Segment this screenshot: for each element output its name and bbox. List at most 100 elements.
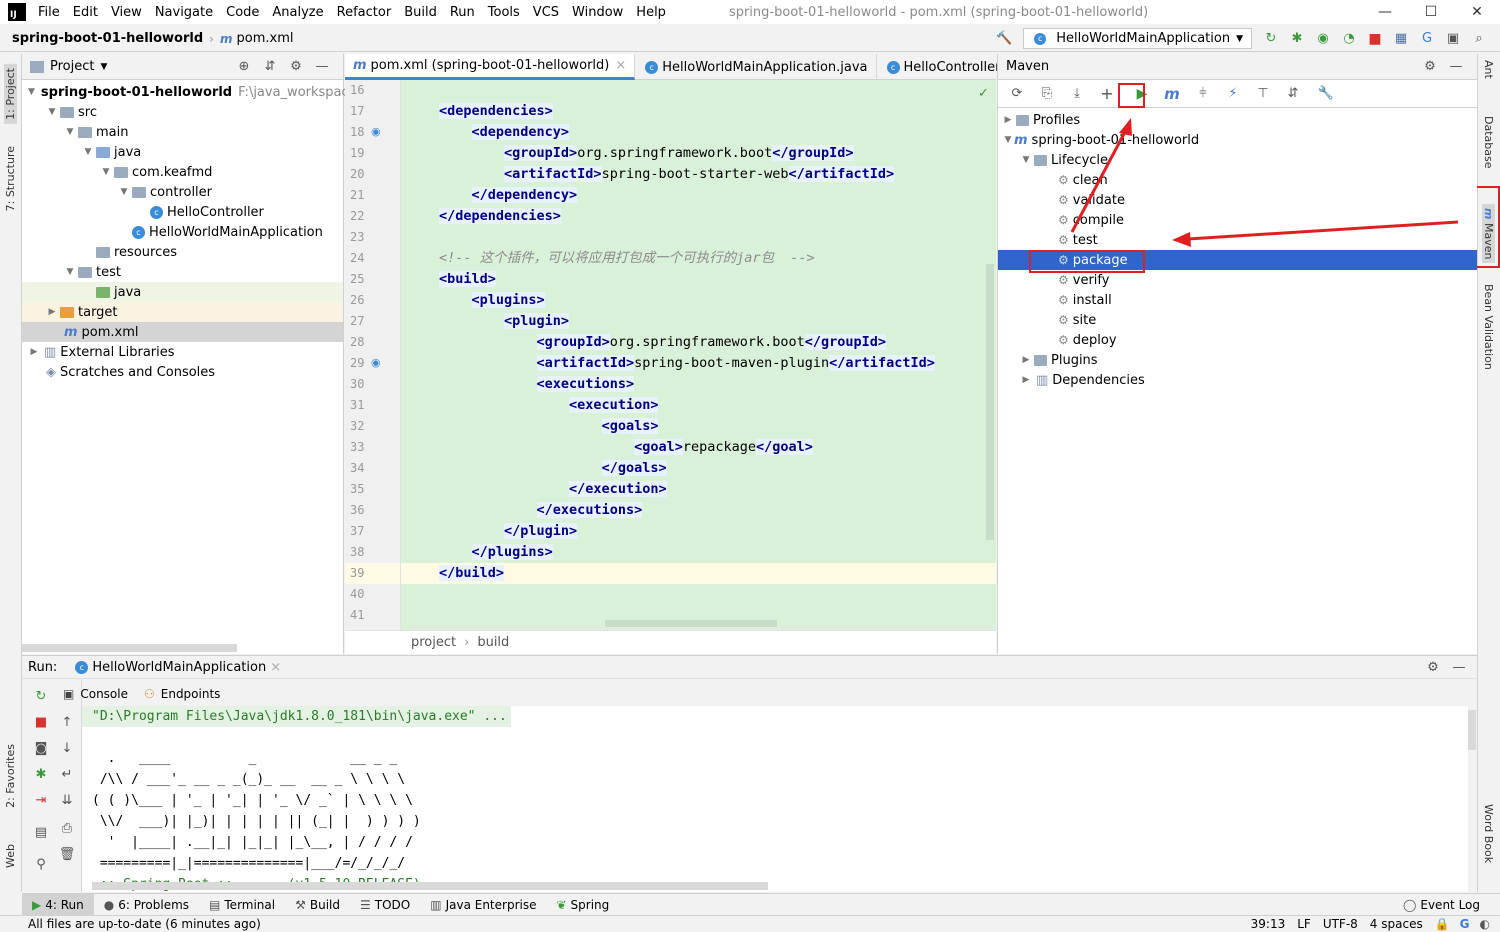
arrow-up-icon[interactable]: ↑ (57, 712, 77, 732)
menu-code[interactable]: Code (226, 5, 259, 20)
tool-window-java-enterprise[interactable]: ▥ Java Enterprise (420, 894, 546, 916)
lifecycle-test[interactable]: ⚙ test (998, 230, 1477, 250)
tree-item-project-root[interactable]: ▼ spring-boot-01-helloworld F:\java_worksp… (22, 82, 361, 102)
breadcrumb-file[interactable]: pom.xml (237, 31, 294, 46)
console-scrollbar[interactable] (1468, 710, 1476, 750)
menu-tools[interactable]: Tools (488, 5, 520, 20)
close-icon[interactable]: × (270, 660, 281, 675)
line-separator[interactable]: LF (1297, 917, 1311, 931)
soft-wrap-icon[interactable]: ↵ (57, 764, 77, 784)
camera-icon[interactable]: ◙ (31, 738, 51, 758)
lifecycle-deploy[interactable]: ⚙ deploy (998, 330, 1477, 350)
layout-icon[interactable]: ▤ (31, 822, 51, 842)
debug-icon[interactable]: ✱ (31, 764, 51, 784)
tree-item-src[interactable]: ▼ src (22, 102, 343, 122)
tool-window-favorites[interactable]: 2: Favorites (4, 744, 17, 808)
caret-position[interactable]: 39:13 (1251, 917, 1286, 931)
locate-icon[interactable]: ⊕ (234, 57, 254, 77)
hammer-icon[interactable]: 🔨 (994, 29, 1014, 49)
debug-icon[interactable]: ✱ (1287, 29, 1307, 49)
collapse-all-icon[interactable]: ⇵ (260, 57, 280, 77)
coverage-icon[interactable]: ◉ (1313, 29, 1333, 49)
tool-window-database[interactable]: Database (1482, 116, 1495, 169)
menu-help[interactable]: Help (636, 5, 666, 20)
tool-window-web[interactable]: Web (4, 844, 17, 868)
tree-item-helloworldmainapplication[interactable]: c HelloWorldMainApplication (22, 222, 343, 242)
tree-item-package[interactable]: ▼ com.keafmd (22, 162, 343, 182)
exit-icon[interactable]: ⇥ (31, 790, 51, 810)
skip-tests-icon[interactable]: ⚡ (1223, 84, 1243, 104)
maven-dependencies[interactable]: ▶ ▥ Dependencies (998, 370, 1477, 390)
project-panel-title[interactable]: Project (50, 59, 94, 74)
pin-icon[interactable]: ⚲ (31, 854, 51, 874)
tool-window-bean-validation[interactable]: Bean Validation (1482, 284, 1495, 370)
tree-item-scratches[interactable]: ◈ Scratches and Consoles (22, 362, 343, 382)
console-horizontal-scrollbar[interactable] (92, 882, 768, 890)
google-icon[interactable]: G (1460, 917, 1470, 931)
menu-navigate[interactable]: Navigate (155, 5, 213, 20)
rerun-icon[interactable]: ↻ (31, 686, 51, 706)
tab-pom-xml[interactable]: m pom.xml (spring-boot-01-helloworld) × (345, 54, 636, 80)
minimize-icon[interactable]: — (1362, 4, 1408, 20)
lifecycle-compile[interactable]: ⚙ compile (998, 210, 1477, 230)
memory-icon[interactable]: ◐ (1480, 917, 1490, 931)
stop-icon[interactable]: ■ (1365, 29, 1385, 49)
gear-icon[interactable]: ⚙ (1420, 57, 1440, 77)
lifecycle-validate[interactable]: ⚙ validate (998, 190, 1477, 210)
file-encoding[interactable]: UTF-8 (1323, 917, 1358, 931)
menu-edit[interactable]: Edit (73, 5, 98, 20)
tool-window-project[interactable]: 1: Project (4, 64, 17, 124)
tree-item-test-java[interactable]: java (22, 282, 343, 302)
stop-icon[interactable]: ■ (31, 712, 51, 732)
hide-icon[interactable]: — (1446, 57, 1466, 77)
trash-icon[interactable]: 🗑 (57, 844, 77, 864)
close-icon[interactable]: ✕ (1454, 4, 1500, 20)
layout-icon[interactable]: ▣ (1443, 29, 1463, 49)
override-marker-icon[interactable]: ◉ (371, 356, 381, 369)
toggle-offline-icon[interactable]: ⫩ (1193, 84, 1213, 104)
lifecycle-clean[interactable]: ⚙ clean (998, 170, 1477, 190)
generate-sources-icon[interactable]: ⎘ (1037, 84, 1057, 104)
wrench-icon[interactable]: 🔧 (1316, 84, 1336, 104)
horizontal-scrollbar[interactable] (22, 644, 237, 652)
tree-item-external-libraries[interactable]: ▶ ▥ External Libraries (22, 342, 343, 362)
arrow-down-icon[interactable]: ↓ (57, 738, 77, 758)
tab-helloworldmainapplication[interactable]: c HelloWorldMainApplication.java (635, 54, 877, 80)
tool-window-spring[interactable]: ❦ Spring (546, 894, 619, 916)
menu-run[interactable]: Run (450, 5, 475, 20)
override-marker-icon[interactable]: ◉ (371, 125, 381, 138)
breadcrumb-item[interactable]: build (477, 635, 509, 650)
maven-profiles[interactable]: ▶ Profiles (998, 110, 1477, 130)
tree-item-main[interactable]: ▼ main (22, 122, 343, 142)
tool-window-word-book[interactable]: Word Book (1482, 804, 1495, 863)
download-icon[interactable]: ⤓ (1067, 84, 1087, 104)
tab-hellocontroller[interactable]: c HelloController. (877, 54, 1012, 80)
maven-project[interactable]: ▼ m spring-boot-01-helloworld (998, 130, 1477, 150)
tree-item-hellocontroller[interactable]: c HelloController (22, 202, 343, 222)
search-icon[interactable]: ⌕ (1469, 29, 1489, 49)
translate-icon[interactable]: G (1417, 29, 1437, 49)
lifecycle-site[interactable]: ⚙ site (998, 310, 1477, 330)
horizontal-scrollbar[interactable] (605, 620, 777, 627)
vertical-scrollbar[interactable] (986, 264, 994, 540)
execute-goal-icon[interactable]: m (1162, 84, 1182, 104)
tool-window-problems[interactable]: ● 6: Problems (94, 894, 199, 916)
maven-lifecycle[interactable]: ▼ Lifecycle (998, 150, 1477, 170)
menu-refactor[interactable]: Refactor (337, 5, 392, 20)
tool-window-structure[interactable]: 7: Structure (4, 146, 17, 211)
maven-plugins[interactable]: ▶ Plugins (998, 350, 1477, 370)
scroll-to-end-icon[interactable]: ⇊ (57, 790, 77, 810)
run-config-tab[interactable]: c HelloWorldMainApplication × (73, 660, 281, 675)
gear-icon[interactable]: ⚙ (1423, 657, 1443, 677)
tool-window-todo[interactable]: ☰ TODO (350, 894, 420, 916)
menu-analyze[interactable]: Analyze (272, 5, 323, 20)
show-dependencies-icon[interactable]: ⊤ (1253, 84, 1273, 104)
profile-icon[interactable]: ◔ (1339, 29, 1359, 49)
tool-window-terminal[interactable]: ▤ Terminal (199, 894, 285, 916)
run-configuration-select[interactable]: c HelloWorldMainApplication ▼ (1023, 28, 1252, 49)
lock-icon[interactable]: 🔒 (1435, 917, 1450, 931)
console-output[interactable]: "D:\Program Files\Java\jdk1.8.0_181\bin\… (82, 706, 1468, 892)
tree-item-resources[interactable]: resources (22, 242, 343, 262)
project-structure-icon[interactable]: ▦ (1391, 29, 1411, 49)
gear-icon[interactable]: ⚙ (286, 57, 306, 77)
